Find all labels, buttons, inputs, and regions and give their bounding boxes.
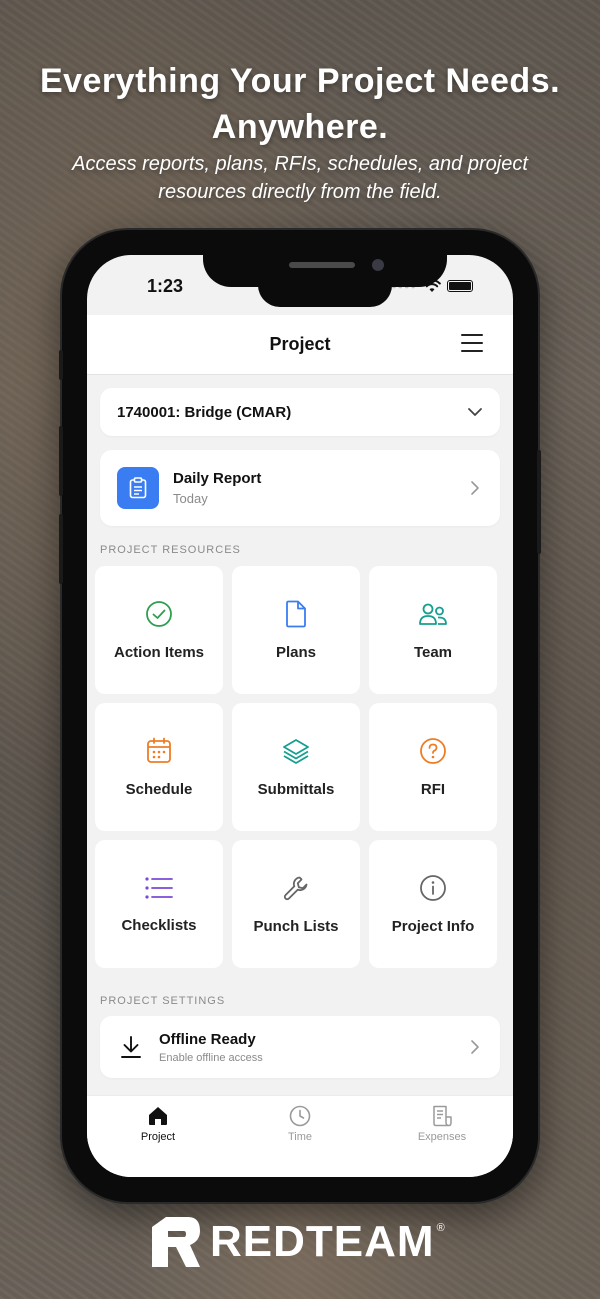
- promo-headline-line1: Everything Your Project Needs.: [39, 62, 561, 100]
- daily-report-title: Daily Report: [173, 470, 262, 487]
- list-icon: [145, 876, 173, 899]
- clipboard-icon: [117, 467, 159, 509]
- tab-project[interactable]: Project: [87, 1096, 229, 1177]
- info-circle-icon: [420, 874, 446, 901]
- chevron-right-icon: [471, 481, 479, 495]
- section-label-settings: PROJECT SETTINGS: [100, 995, 226, 1007]
- tile-label: RFI: [420, 780, 446, 798]
- page-title: Project: [269, 334, 331, 354]
- chevron-right-icon: [471, 1040, 479, 1054]
- document-icon: [286, 600, 306, 627]
- check-circle-icon: [146, 600, 172, 627]
- volume-up-button: [59, 426, 63, 496]
- tile-action-items[interactable]: Action Items: [95, 566, 223, 694]
- registered-mark: ®: [436, 1222, 445, 1234]
- logo-text: REDTEAM: [210, 1217, 435, 1266]
- layers-icon: [283, 738, 309, 764]
- tab-label: Project: [140, 1131, 176, 1143]
- receipt-icon: [433, 1105, 452, 1127]
- offline-subtitle: Enable offline access: [159, 1051, 263, 1064]
- tile-submittals[interactable]: Submittals: [232, 703, 360, 831]
- phone-frame: 1:23 ●●●● Project 1740001: Bridge (CMAR): [59, 230, 541, 1202]
- offline-title: Offline Ready: [159, 1030, 256, 1048]
- home-icon: [149, 1107, 167, 1125]
- wrench-icon: [283, 876, 308, 900]
- tab-expenses[interactable]: Expenses: [371, 1096, 513, 1177]
- project-selector-value: 1740001: Bridge (CMAR): [117, 403, 292, 421]
- tile-label: Team: [413, 643, 453, 661]
- status-time: 1:23: [147, 276, 184, 296]
- daily-report-card[interactable]: Daily Report Today: [100, 450, 500, 526]
- promo-subhead: Access reports, plans, RFIs, schedules, …: [72, 153, 528, 203]
- section-label-resources: PROJECT RESOURCES: [100, 544, 241, 556]
- tile-label: Submittals: [257, 780, 335, 798]
- tab-label: Time: [287, 1131, 313, 1143]
- tile-punch-lists[interactable]: Punch Lists: [232, 840, 360, 968]
- tile-label: Checklists: [121, 916, 197, 934]
- tile-label: Plans: [275, 643, 317, 661]
- battery-icon: [447, 280, 473, 292]
- tile-plans[interactable]: Plans: [232, 566, 360, 694]
- front-camera: [372, 259, 384, 271]
- tab-label: Expenses: [417, 1131, 467, 1143]
- calendar-icon: [147, 737, 171, 763]
- offline-ready-row[interactable]: Offline Ready Enable offline access: [100, 1016, 500, 1078]
- chevron-down-icon: [468, 408, 482, 416]
- promo-headline-line2: Anywhere.: [211, 108, 389, 146]
- tile-team[interactable]: Team: [369, 566, 497, 694]
- tile-checklists[interactable]: Checklists: [95, 840, 223, 968]
- daily-report-subtitle: Today: [173, 491, 208, 506]
- notch-lower: [258, 280, 392, 307]
- tile-label: Action Items: [113, 643, 204, 661]
- promo-headline: Everything Your Project Needs. Anywhere.: [0, 58, 600, 150]
- speaker-grille: [289, 262, 355, 268]
- app-header: Project: [87, 315, 513, 375]
- tile-label: Punch Lists: [253, 917, 339, 935]
- power-button: [537, 450, 541, 554]
- tile-label: Schedule: [125, 780, 193, 798]
- tile-label: Project Info: [391, 917, 475, 935]
- clock-icon: [289, 1105, 311, 1127]
- mute-switch: [59, 350, 63, 380]
- tile-schedule[interactable]: Schedule: [95, 703, 223, 831]
- volume-down-button: [59, 514, 63, 584]
- tab-time[interactable]: Time: [229, 1096, 371, 1177]
- tile-project-info[interactable]: Project Info: [369, 840, 497, 968]
- tile-rfi[interactable]: RFI: [369, 703, 497, 831]
- hamburger-icon[interactable]: [461, 334, 483, 352]
- phone-screen: 1:23 ●●●● Project 1740001: Bridge (CMAR): [87, 255, 513, 1177]
- project-selector[interactable]: 1740001: Bridge (CMAR): [100, 388, 500, 436]
- question-circle-icon: [420, 737, 446, 764]
- redteam-logo: REDTEAM ®: [150, 1214, 445, 1270]
- download-icon: [121, 1036, 141, 1058]
- tab-bar: Project Time Expenses: [87, 1095, 513, 1177]
- users-icon: [419, 603, 447, 625]
- redteam-logo-mark: [152, 1217, 200, 1267]
